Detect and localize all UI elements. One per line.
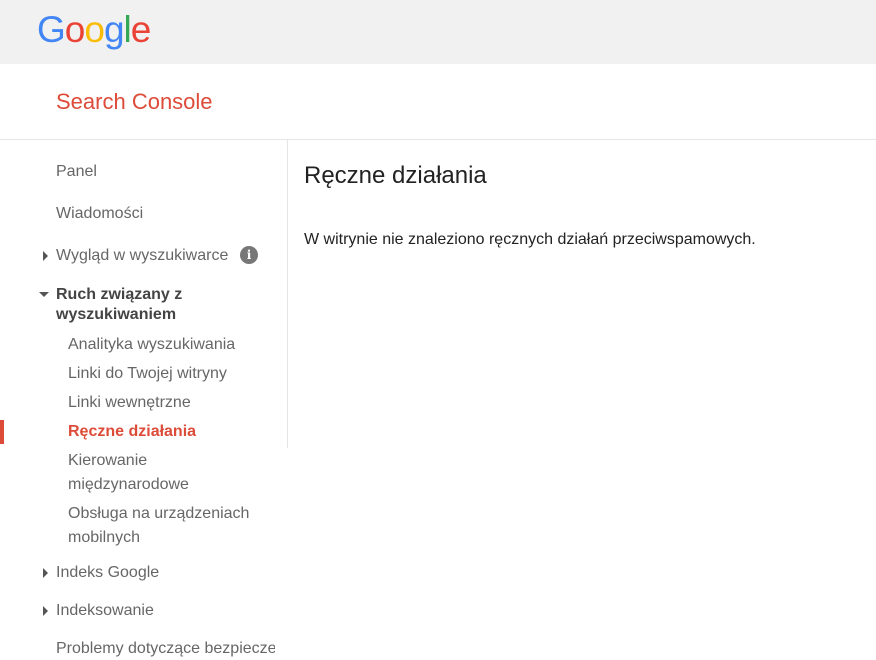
sidebar-item-security-issues[interactable]: Problemy dotyczące bezpieczeństwa bbox=[56, 639, 275, 659]
logo-letter: g bbox=[103, 9, 125, 50]
sidebar-item-google-index[interactable]: Indeks Google bbox=[56, 563, 159, 583]
chevron-right-icon[interactable] bbox=[43, 568, 48, 578]
info-icon[interactable]: i bbox=[240, 246, 258, 264]
sidebar-divider bbox=[287, 140, 288, 448]
sidebar-subitem-internal-links[interactable]: Linki wewnętrzne bbox=[68, 391, 278, 415]
sidebar-item-search-traffic[interactable]: Ruch związany z wyszukiwaniem bbox=[56, 285, 256, 325]
sidebar-subitem-search-analytics[interactable]: Analityka wyszukiwania bbox=[68, 333, 278, 357]
chevron-right-icon[interactable] bbox=[43, 251, 48, 261]
product-header: Search Console bbox=[0, 64, 876, 140]
logo-letter: o bbox=[84, 9, 105, 50]
logo-letter: e bbox=[130, 9, 152, 50]
status-message: W witrynie nie znaleziono ręcznych dział… bbox=[304, 231, 756, 248]
sidebar-item-crawl[interactable]: Indeksowanie bbox=[56, 601, 154, 621]
sidebar-item-panel[interactable]: Panel bbox=[56, 162, 97, 182]
logo-letter: G bbox=[37, 9, 66, 50]
google-logo[interactable]: Google bbox=[37, 6, 152, 54]
page-title: Ręczne działania bbox=[304, 162, 487, 189]
active-indicator bbox=[0, 420, 4, 444]
sidebar-subitem-links-to-site[interactable]: Linki do Twojej witryny bbox=[68, 362, 278, 386]
logo-letter: l bbox=[123, 9, 132, 50]
sidebar-item-search-appearance[interactable]: Wygląd w wyszukiwarce bbox=[56, 246, 228, 266]
chevron-down-icon[interactable] bbox=[39, 292, 49, 297]
sidebar-subitem-international-targeting[interactable]: Kierowanie międzynarodowe bbox=[68, 449, 248, 497]
chevron-right-icon[interactable] bbox=[43, 606, 48, 616]
sidebar-item-messages[interactable]: Wiadomości bbox=[56, 204, 143, 224]
sidebar-subitem-mobile-usability[interactable]: Obsługa na urządzeniach mobilnych bbox=[68, 502, 268, 550]
product-title[interactable]: Search Console bbox=[56, 89, 213, 115]
sidebar-subitem-manual-actions[interactable]: Ręczne działania bbox=[68, 420, 278, 444]
logo-letter: o bbox=[64, 9, 86, 50]
top-bar: Google bbox=[0, 0, 876, 64]
